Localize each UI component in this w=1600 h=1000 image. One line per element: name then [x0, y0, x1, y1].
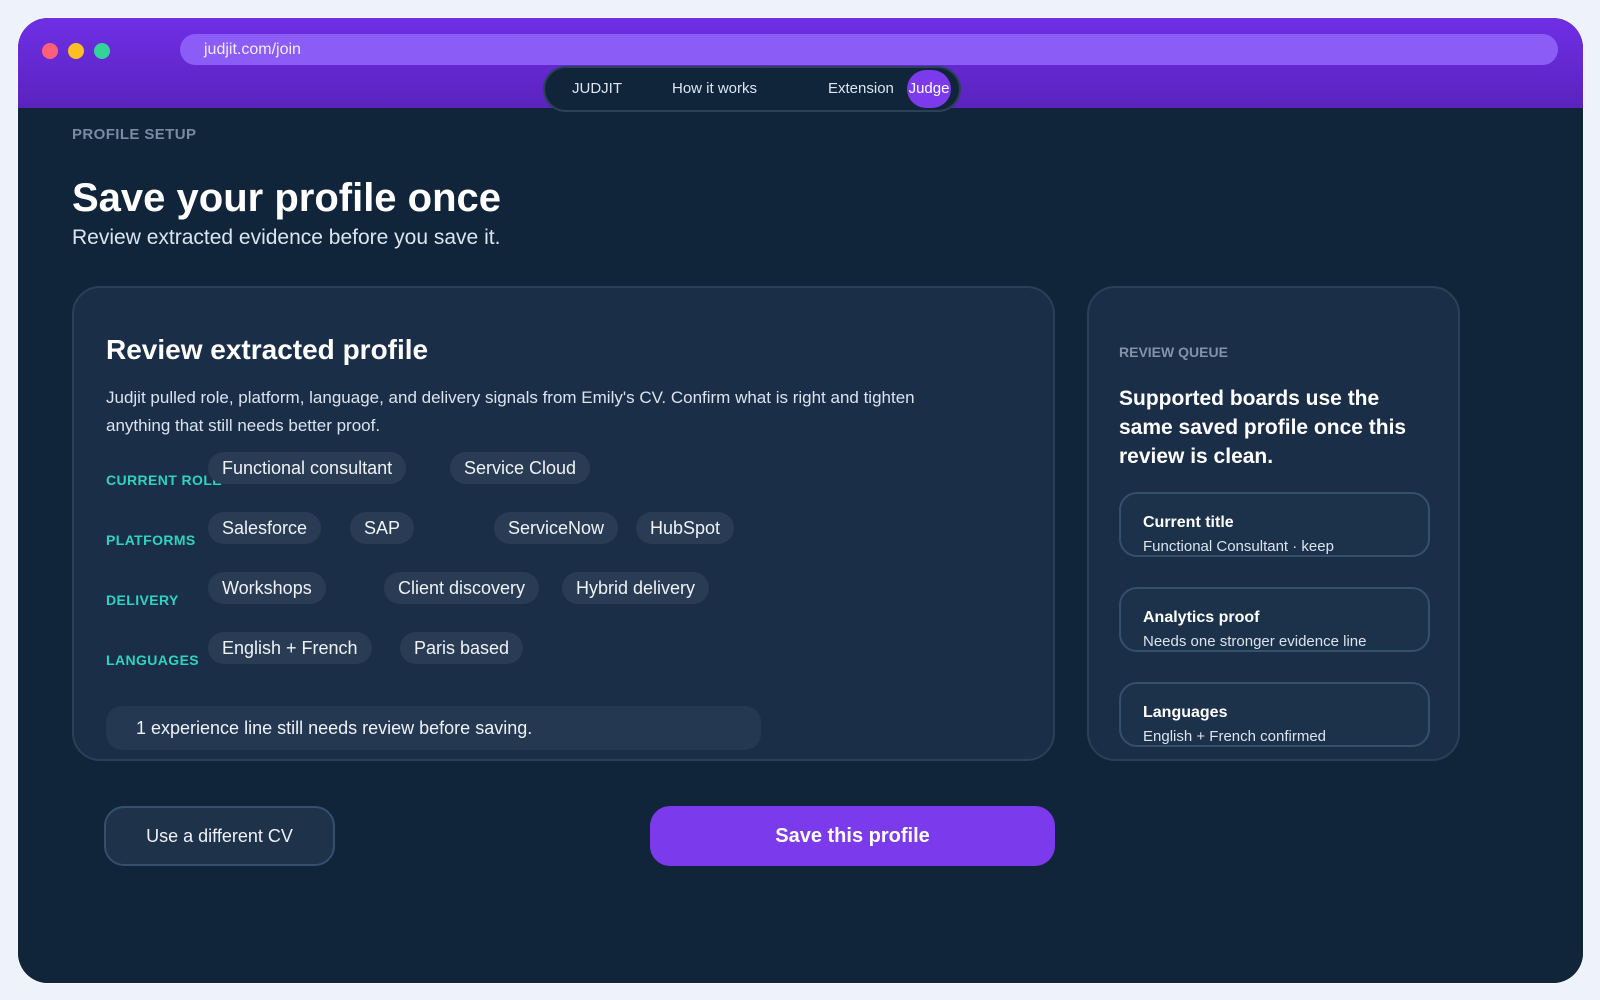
queue-item-languages[interactable]: Languages English + French confirmed	[1119, 682, 1430, 747]
nav-how-it-works-link[interactable]: How it works	[672, 68, 757, 110]
minimize-window-button[interactable]	[68, 43, 84, 59]
chip-hubspot[interactable]: HubSpot	[636, 512, 735, 544]
review-profile-card: Review extracted profile Judjit pulled r…	[72, 286, 1055, 761]
row-label-delivery: DELIVERY	[106, 592, 179, 608]
chip-english-french[interactable]: English + French	[208, 632, 372, 664]
row-label-platforms: PLATFORMS	[106, 532, 196, 548]
address-bar[interactable]: judjit.com/join	[180, 34, 1558, 65]
page-eyebrow: PROFILE SETUP	[72, 126, 197, 143]
queue-item-title: Current title	[1143, 514, 1234, 531]
queue-item-status: English + French confirmed	[1143, 728, 1327, 745]
top-nav: JUDJIT How it works Extension Judge	[543, 66, 961, 112]
maximize-window-button[interactable]	[94, 43, 110, 59]
review-card-title: Review extracted profile	[106, 334, 429, 365]
chip-workshops[interactable]: Workshops	[208, 572, 326, 604]
queue-item-status: Needs one stronger evidence line	[1143, 633, 1367, 650]
page-title: Save your profile once	[72, 176, 502, 220]
queue-item-analytics-proof[interactable]: Analytics proof Needs one stronger evide…	[1119, 587, 1430, 652]
chip-salesforce[interactable]: Salesforce	[208, 512, 322, 544]
queue-item-title: Languages	[1143, 704, 1228, 721]
queue-item-status: Functional Consultant · keep	[1143, 538, 1334, 555]
save-profile-button[interactable]: Save this profile	[650, 806, 1055, 866]
row-label-current-role: CURRENT ROLE	[106, 472, 223, 488]
queue-item-title: Analytics proof	[1143, 609, 1260, 626]
nav-brand-link[interactable]: JUDJIT	[572, 68, 622, 110]
queue-item-current-title[interactable]: Current title Functional Consultant · ke…	[1119, 492, 1430, 557]
review-queue-text: Supported boards use the same saved prof…	[1119, 387, 1407, 468]
use-different-cv-button[interactable]: Use a different CV	[104, 806, 335, 866]
close-window-button[interactable]	[42, 43, 58, 59]
review-card-description: Judjit pulled role, platform, language, …	[106, 388, 915, 435]
nav-extension-link[interactable]: Extension	[828, 68, 894, 110]
page-subtitle: Review extracted evidence before you sav…	[72, 226, 501, 249]
review-notice: 1 experience line still needs review bef…	[106, 706, 761, 750]
chip-hybrid-delivery[interactable]: Hybrid delivery	[562, 572, 710, 604]
chip-sap[interactable]: SAP	[350, 512, 415, 544]
review-queue-eyebrow: REVIEW QUEUE	[1119, 344, 1228, 360]
chip-service-cloud[interactable]: Service Cloud	[450, 452, 591, 484]
chip-paris-based[interactable]: Paris based	[400, 632, 524, 664]
review-queue-panel: REVIEW QUEUE Supported boards use the sa…	[1087, 286, 1460, 761]
nav-judge-button[interactable]: Judge	[907, 70, 951, 108]
chip-client-discovery[interactable]: Client discovery	[384, 572, 540, 604]
chip-functional-consultant[interactable]: Functional consultant	[208, 452, 407, 484]
row-label-languages: LANGUAGES	[106, 652, 200, 668]
chip-servicenow[interactable]: ServiceNow	[494, 512, 619, 544]
